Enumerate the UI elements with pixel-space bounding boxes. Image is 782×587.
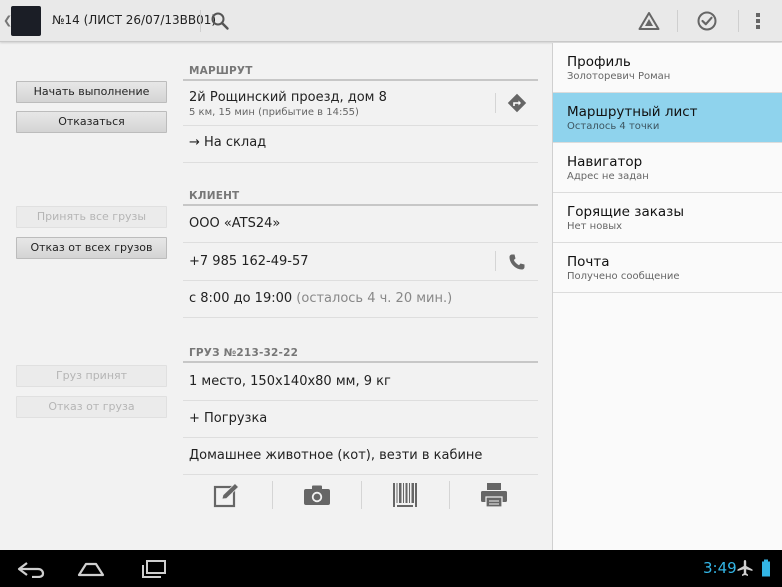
row-divider [495, 93, 496, 113]
navigation-drawer: Профиль Золоторевич Роман Маршрутный лис… [552, 43, 782, 550]
page-title: №14 (ЛИСТ 26/07/13ВВ01) [52, 13, 217, 27]
phone-icon [509, 254, 525, 270]
client-hours-remaining: (осталось 4 ч. 20 мин.) [296, 291, 453, 306]
refuse-all-cargo-button[interactable]: Отказ от всех грузов [16, 237, 167, 259]
start-execution-button[interactable]: Начать выполнение [16, 81, 167, 103]
call-button[interactable] [506, 251, 528, 273]
client-hours-row[interactable]: с 8:00 до 19:00 (осталось 4 ч. 20 мин.) [183, 281, 538, 318]
client-hours: с 8:00 до 19:00 (осталось 4 ч. 20 мин.) [189, 291, 452, 306]
nav-item-title: Навигатор [567, 154, 643, 170]
nav-item-hot-orders[interactable]: Горящие заказы Нет новых [553, 193, 782, 243]
print-button[interactable] [450, 475, 538, 515]
cargo-toolbar [183, 475, 538, 515]
search-button[interactable] [205, 6, 235, 36]
cargo-section-header: ГРУЗ №213-32-22 [189, 347, 299, 359]
warning-icon [638, 12, 660, 30]
nav-item-title: Профиль [567, 54, 631, 70]
nav-item-navigator[interactable]: Навигатор Адрес не задан [553, 143, 782, 193]
overflow-menu-button[interactable] [743, 6, 773, 36]
row-divider [495, 251, 496, 271]
cargo-details-row[interactable]: 1 место, 150х140х80 мм, 9 кг [183, 363, 538, 401]
barcode-icon [393, 483, 417, 507]
route-eta: 5 км, 15 мин (прибытие в 14:55) [189, 107, 359, 118]
client-hours-range: с 8:00 до 19:00 [189, 291, 293, 306]
route-address-row[interactable]: 2й Рощинский проезд, дом 8 5 км, 15 мин … [183, 81, 538, 126]
action-bar: ❮ №14 (ЛИСТ 26/07/13ВВ01) [0, 0, 782, 42]
nav-item-title: Почта [567, 254, 610, 270]
overflow-menu-icon [756, 13, 760, 29]
cargo-note: Домашнее животное (кот), везти в кабине [189, 448, 483, 463]
check-circle-icon [697, 11, 717, 31]
airplane-mode-icon [736, 559, 754, 577]
nav-item-mail[interactable]: Почта Получено сообщение [553, 243, 782, 293]
status-clock: 3:49 [703, 559, 737, 577]
directions-button[interactable] [506, 92, 528, 114]
nav-item-title: Маршрутный лист [567, 104, 698, 120]
app-logo[interactable] [11, 6, 41, 36]
edit-button[interactable] [183, 475, 271, 515]
cargo-note-row[interactable]: Домашнее животное (кот), везти в кабине [183, 438, 538, 475]
action-bar-divider [738, 10, 739, 32]
details-column: МАРШРУТ 2й Рощинский проезд, дом 8 5 км,… [183, 43, 538, 550]
action-bar-divider [200, 10, 201, 32]
home-button[interactable] [74, 557, 108, 581]
actions-column: Начать выполнение Отказаться Принять все… [0, 43, 183, 550]
action-bar-divider [677, 10, 678, 32]
refuse-cargo-button[interactable]: Отказ от груза [16, 396, 167, 418]
warning-button[interactable] [634, 6, 664, 36]
printer-icon [481, 483, 507, 508]
search-icon [211, 12, 229, 30]
barcode-button[interactable] [361, 475, 449, 515]
nav-item-subtitle: Осталось 4 точки [567, 121, 660, 132]
accept-all-cargo-button[interactable]: Принять все грузы [16, 206, 167, 228]
nav-item-route-sheet[interactable]: Маршрутный лист Осталось 4 точки [553, 93, 782, 143]
cargo-loading-row[interactable]: + Погрузка [183, 401, 538, 438]
route-destination-row[interactable]: → На склад [183, 126, 538, 163]
cargo-details: 1 место, 150х140х80 мм, 9 кг [189, 374, 391, 389]
cargo-accepted-button[interactable]: Груз принят [16, 365, 167, 387]
nav-item-profile[interactable]: Профиль Золоторевич Роман [553, 43, 782, 93]
system-bar: 3:49 [0, 550, 782, 587]
client-section-header: КЛИЕНТ [189, 190, 240, 202]
nav-item-subtitle: Нет новых [567, 221, 623, 232]
back-icon [17, 562, 45, 578]
directions-icon [507, 93, 527, 113]
client-name-row[interactable]: ООО «ATS24» [183, 206, 538, 243]
route-destination: → На склад [189, 135, 267, 150]
route-section-header: МАРШРУТ [189, 65, 253, 77]
refuse-button[interactable]: Отказаться [16, 111, 167, 133]
client-phone-row[interactable]: +7 985 162-49-57 [183, 243, 538, 281]
nav-item-subtitle: Адрес не задан [567, 171, 649, 182]
cargo-loading: + Погрузка [189, 411, 268, 426]
client-phone: +7 985 162-49-57 [189, 254, 309, 269]
confirm-button[interactable] [692, 6, 722, 36]
recent-apps-button[interactable] [136, 557, 170, 581]
battery-icon [757, 559, 775, 577]
camera-button[interactable] [273, 475, 361, 515]
recent-apps-icon [142, 560, 166, 578]
client-name: ООО «ATS24» [189, 216, 281, 231]
nav-item-subtitle: Получено сообщение [567, 271, 680, 282]
home-icon [77, 562, 105, 577]
camera-icon [304, 485, 330, 505]
nav-item-subtitle: Золоторевич Роман [567, 71, 671, 82]
nav-item-title: Горящие заказы [567, 204, 684, 220]
edit-icon [213, 482, 240, 508]
back-button[interactable] [14, 557, 48, 581]
route-address: 2й Рощинский проезд, дом 8 [189, 90, 387, 105]
